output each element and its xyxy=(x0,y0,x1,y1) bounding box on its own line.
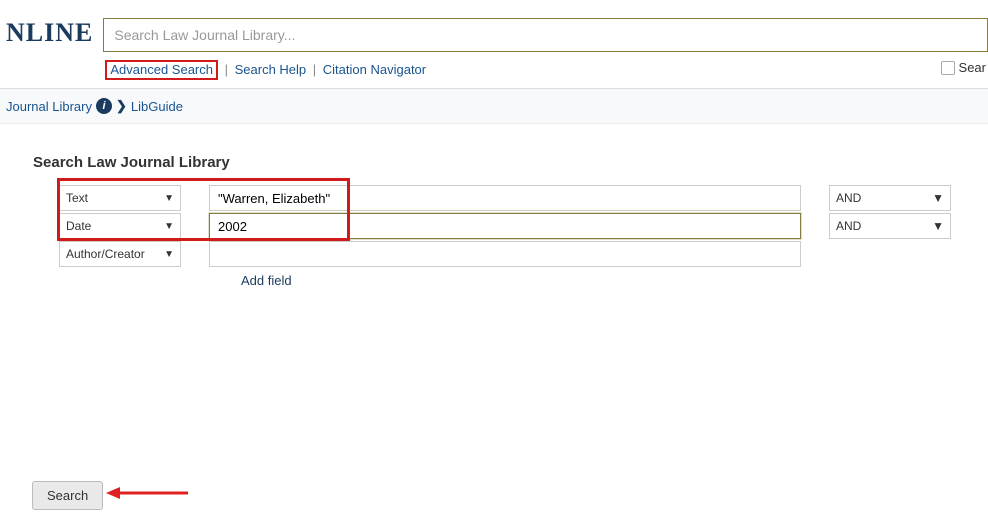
operator-select[interactable]: AND ▼ xyxy=(829,213,951,239)
field-select-label: Date xyxy=(66,219,91,233)
search-toggle-partial: Sear xyxy=(941,60,988,75)
separator: | xyxy=(313,62,320,77)
operator-label: AND xyxy=(836,219,861,233)
add-field-link[interactable]: Add field xyxy=(241,273,982,288)
citation-navigator-link[interactable]: Citation Navigator xyxy=(323,62,426,77)
field-select-label: Author/Creator xyxy=(66,247,145,261)
field-select-author[interactable]: Author/Creator ▼ xyxy=(59,241,181,267)
operator-select[interactable]: AND ▼ xyxy=(829,185,951,211)
info-icon[interactable]: i xyxy=(96,98,112,114)
search-rows: Text ▼ AND ▼ Date ▼ AND ▼ Author/Creator xyxy=(27,185,982,288)
chevron-down-icon: ▼ xyxy=(932,191,944,205)
chevron-down-icon: ▼ xyxy=(932,219,944,233)
checkbox[interactable] xyxy=(941,61,955,75)
search-button[interactable]: Search xyxy=(32,481,103,510)
chevron-down-icon: ▼ xyxy=(164,249,174,260)
search-toggle-label: Sear xyxy=(959,60,986,75)
advanced-search-panel: Search Law Journal Library Text ▼ AND ▼ … xyxy=(27,154,982,288)
annotation-arrow-icon xyxy=(106,484,188,502)
value-input-date[interactable] xyxy=(209,213,801,239)
chevron-down-icon: ▼ xyxy=(164,193,174,204)
search-help-link[interactable]: Search Help xyxy=(235,62,307,77)
operator-label: AND xyxy=(836,191,861,205)
advanced-search-highlight: Advanced Search xyxy=(105,60,218,80)
field-select-label: Text xyxy=(66,191,88,205)
search-links: Advanced Search | Search Help | Citation… xyxy=(103,52,988,88)
field-select-text[interactable]: Text ▼ xyxy=(59,185,181,211)
search-row: Date ▼ AND ▼ xyxy=(59,213,982,239)
value-input-author[interactable] xyxy=(209,241,801,267)
search-column: Advanced Search | Search Help | Citation… xyxy=(103,0,988,88)
panel-title: Search Law Journal Library xyxy=(27,154,982,171)
main-search-input[interactable] xyxy=(103,18,988,52)
separator: | xyxy=(225,62,232,77)
breadcrumb-libguide[interactable]: LibGuide xyxy=(131,99,183,114)
top-header: NLINE Advanced Search | Search Help | Ci… xyxy=(0,0,988,89)
advanced-search-link[interactable]: Advanced Search xyxy=(110,62,213,77)
chevron-right-icon: ❯ xyxy=(116,98,127,114)
search-row: Text ▼ AND ▼ xyxy=(59,185,982,211)
field-select-date[interactable]: Date ▼ xyxy=(59,213,181,239)
breadcrumb: Journal Library i ❯ LibGuide xyxy=(0,89,988,124)
chevron-down-icon: ▼ xyxy=(164,221,174,232)
logo-text: NLINE xyxy=(0,0,103,66)
value-input-text[interactable] xyxy=(209,185,801,211)
search-row: Author/Creator ▼ xyxy=(59,241,982,267)
breadcrumb-journal-library[interactable]: Journal Library xyxy=(6,99,92,114)
